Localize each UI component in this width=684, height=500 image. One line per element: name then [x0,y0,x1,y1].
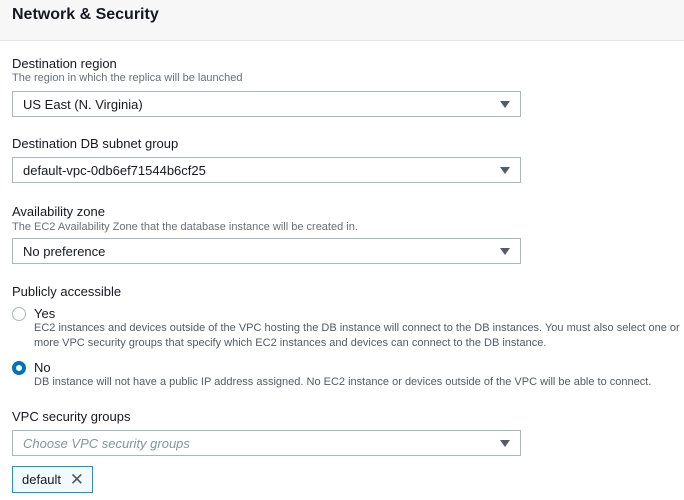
destination-region-select[interactable]: US East (N. Virginia) [12,91,521,117]
vpc-security-groups-label: VPC security groups [12,409,131,424]
vpc-security-groups-placeholder: Choose VPC security groups [23,436,190,451]
security-group-tag: default ✕ [12,466,93,493]
subnet-group-label: Destination DB subnet group [12,136,179,151]
publicly-accessible-label: Publicly accessible [12,284,122,299]
radio-no-description: DB instance will not have a public IP ad… [34,376,652,388]
availability-zone-value: No preference [23,244,106,259]
radio-no-label: No [34,360,51,375]
tag-label: default [22,472,62,487]
radio-yes[interactable] [12,307,26,321]
caret-down-icon [500,440,510,447]
subnet-group-select[interactable]: default-vpc-0db6ef71544b6cf25 [12,157,521,183]
radio-yes-label: Yes [34,306,56,321]
availability-zone-label: Availability zone [12,204,105,219]
destination-region-help: The region in which the replica will be … [12,72,243,84]
destination-region-label: Destination region [12,56,117,71]
caret-down-icon [500,167,510,174]
availability-zone-select[interactable]: No preference [12,238,521,264]
radio-yes-description: EC2 instances and devices outside of the… [34,322,680,349]
caret-down-icon [500,248,510,255]
destination-region-value: US East (N. Virginia) [23,97,143,112]
vpc-security-groups-select[interactable]: Choose VPC security groups [12,430,521,456]
radio-no[interactable] [12,361,26,375]
remove-tag-icon[interactable]: ✕ [70,470,84,490]
section-header: Network & Security [0,0,684,41]
availability-zone-help: The EC2 Availability Zone that the datab… [12,221,358,233]
subnet-group-value: default-vpc-0db6ef71544b6cf25 [23,163,206,178]
section-title: Network & Security [12,6,159,23]
caret-down-icon [500,101,510,108]
